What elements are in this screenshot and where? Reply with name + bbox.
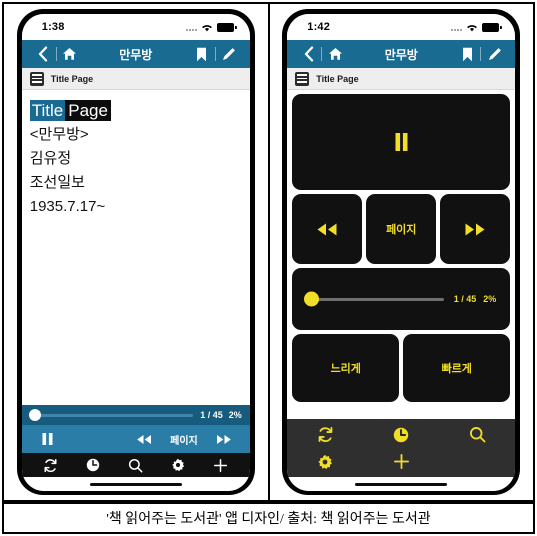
right-phone-screen: 1:42 만무방 Title Page 페이지 1 / 45 2% 느리게 빠르… (287, 14, 516, 491)
pause-panel[interactable] (292, 94, 511, 190)
progress-meta: 1 / 45 2% (200, 410, 242, 420)
speed-row: 느리게 빠르게 (292, 334, 511, 402)
toc-label: Title Page (316, 73, 359, 84)
fast-button-label: 빠르게 (441, 363, 472, 375)
pencil-icon[interactable] (481, 41, 507, 67)
right-nav-bar: 만무방 (287, 40, 516, 68)
plus-icon[interactable] (363, 453, 439, 470)
icon-deck-row-2 (287, 448, 515, 475)
clock-icon[interactable] (81, 455, 105, 475)
right-home-indicator-area (287, 477, 516, 491)
status-indicators (185, 22, 237, 32)
left-tab-bar (21, 453, 250, 477)
refresh-icon[interactable] (287, 426, 363, 443)
reader-line: <만무방> (29, 126, 89, 143)
list-icon (295, 71, 310, 86)
percent-indicator: 2% (228, 410, 242, 420)
progress-meta: 1 / 45 2% (454, 294, 497, 304)
search-icon[interactable] (124, 455, 148, 475)
slider-track[interactable] (304, 291, 444, 307)
left-phone-cell: 1:38 만무방 Title Page Title Page <만무방> 김유정… (4, 4, 268, 500)
right-phone-frame: 1:42 만무방 Title Page 페이지 1 / 45 2% 느리게 빠르… (282, 9, 521, 495)
caption-text: '책 읽어주는 도서관' 앱 디자인/ 출처: 책 읽어주는 도서관 (106, 512, 431, 527)
status-indicators (451, 22, 503, 32)
highlight-current-word: Page (65, 100, 111, 121)
slider-knob[interactable] (304, 291, 320, 307)
left-progress-slider[interactable]: 1 / 45 2% (21, 405, 250, 425)
slider-knob[interactable] (28, 409, 41, 421)
plus-icon[interactable] (209, 455, 233, 475)
page-panel[interactable]: 페이지 (366, 194, 437, 264)
forward-panel[interactable] (440, 194, 511, 264)
battery-icon (482, 22, 503, 32)
gear-icon[interactable] (166, 455, 190, 475)
right-phone-cell: 1:42 만무방 Title Page 페이지 1 / 45 2% 느리게 빠르… (270, 4, 534, 500)
slow-button-label: 느리게 (330, 363, 361, 375)
transport-row: 페이지 (292, 194, 511, 264)
fast-forward-icon[interactable] (212, 429, 236, 449)
toc-label: Title Page (50, 73, 94, 84)
status-time: 1:38 (41, 21, 65, 33)
fast-forward-icon[interactable] (463, 222, 487, 237)
page-indicator: 1 / 45 (453, 294, 477, 304)
reader-content: Title Page <만무방> 김유정 조선일보 1935.7.17~ (21, 90, 250, 405)
pause-icon[interactable] (393, 132, 410, 152)
percent-indicator: 2% (483, 294, 497, 304)
home-icon[interactable] (322, 41, 348, 67)
phone-mockups-area: 1:38 만무방 Title Page Title Page <만무방> 김유정… (2, 2, 535, 502)
wifi-icon (201, 23, 213, 32)
highlight-selected-word: Title (29, 100, 66, 121)
home-indicator (355, 482, 448, 486)
list-icon (29, 71, 44, 86)
reader-line: 김유정 (29, 150, 72, 167)
page-button-label[interactable]: 페이지 (386, 221, 416, 237)
right-icon-deck (287, 419, 516, 477)
left-toc-bar[interactable]: Title Page (21, 68, 250, 90)
left-nav-bar: 만무방 (21, 40, 250, 68)
chevron-left-icon[interactable] (30, 41, 56, 67)
right-toc-bar[interactable]: Title Page (287, 68, 516, 90)
left-status-bar: 1:38 (21, 14, 250, 40)
highlighted-title-line: Title Page (29, 100, 242, 121)
battery-icon (216, 22, 237, 32)
screenshot-root: 1:38 만무방 Title Page Title Page <만무방> 김유정… (0, 0, 537, 536)
page-button-label[interactable]: 페이지 (170, 432, 198, 447)
reader-line: 1935.7.17~ (29, 198, 106, 215)
pencil-icon[interactable] (216, 41, 242, 67)
page-indicator: 1 / 45 (200, 410, 223, 420)
chevron-left-icon[interactable] (295, 41, 321, 67)
reader-line: 조선일보 (29, 174, 85, 191)
rewind-icon[interactable] (132, 429, 156, 449)
signal-dots-icon (451, 24, 463, 31)
icon-deck-row-1 (287, 421, 515, 448)
search-icon[interactable] (439, 426, 515, 443)
signal-dots-icon (185, 24, 197, 31)
home-indicator (89, 482, 182, 486)
right-status-bar: 1:42 (287, 14, 516, 40)
gear-icon[interactable] (287, 454, 363, 470)
left-phone-screen: 1:38 만무방 Title Page Title Page <만무방> 김유정… (21, 14, 250, 491)
slider-track[interactable] (28, 409, 194, 421)
clock-icon[interactable] (363, 427, 439, 443)
pause-icon[interactable] (36, 429, 60, 449)
control-deck: 페이지 1 / 45 2% 느리게 빠르게 (287, 90, 516, 419)
bookmark-icon[interactable] (454, 41, 480, 67)
caption-bar: '책 읽어주는 도서관' 앱 디자인/ 출처: 책 읽어주는 도서관 (2, 502, 535, 534)
wifi-icon (466, 23, 478, 32)
left-media-bar: 페이지 (21, 425, 250, 453)
rewind-icon[interactable] (315, 222, 339, 237)
progress-panel[interactable]: 1 / 45 2% (292, 268, 511, 330)
left-phone-frame: 1:38 만무방 Title Page Title Page <만무방> 김유정… (16, 9, 255, 495)
bookmark-icon[interactable] (189, 41, 215, 67)
home-icon[interactable] (57, 41, 83, 67)
left-home-indicator-area (21, 477, 250, 491)
rewind-panel[interactable] (292, 194, 363, 264)
status-time: 1:42 (307, 21, 331, 33)
slow-button[interactable]: 느리게 (292, 334, 400, 402)
fast-button[interactable]: 빠르게 (403, 334, 511, 402)
refresh-icon[interactable] (39, 455, 63, 475)
